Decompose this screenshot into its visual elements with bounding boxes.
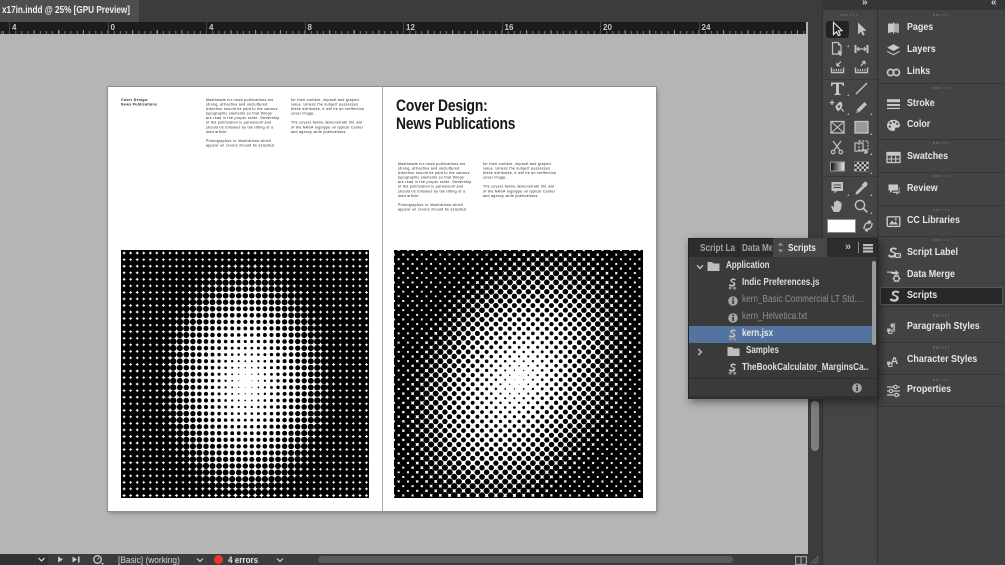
svg-text:JS: JS — [897, 254, 901, 258]
svg-text:¶: ¶ — [890, 321, 896, 333]
